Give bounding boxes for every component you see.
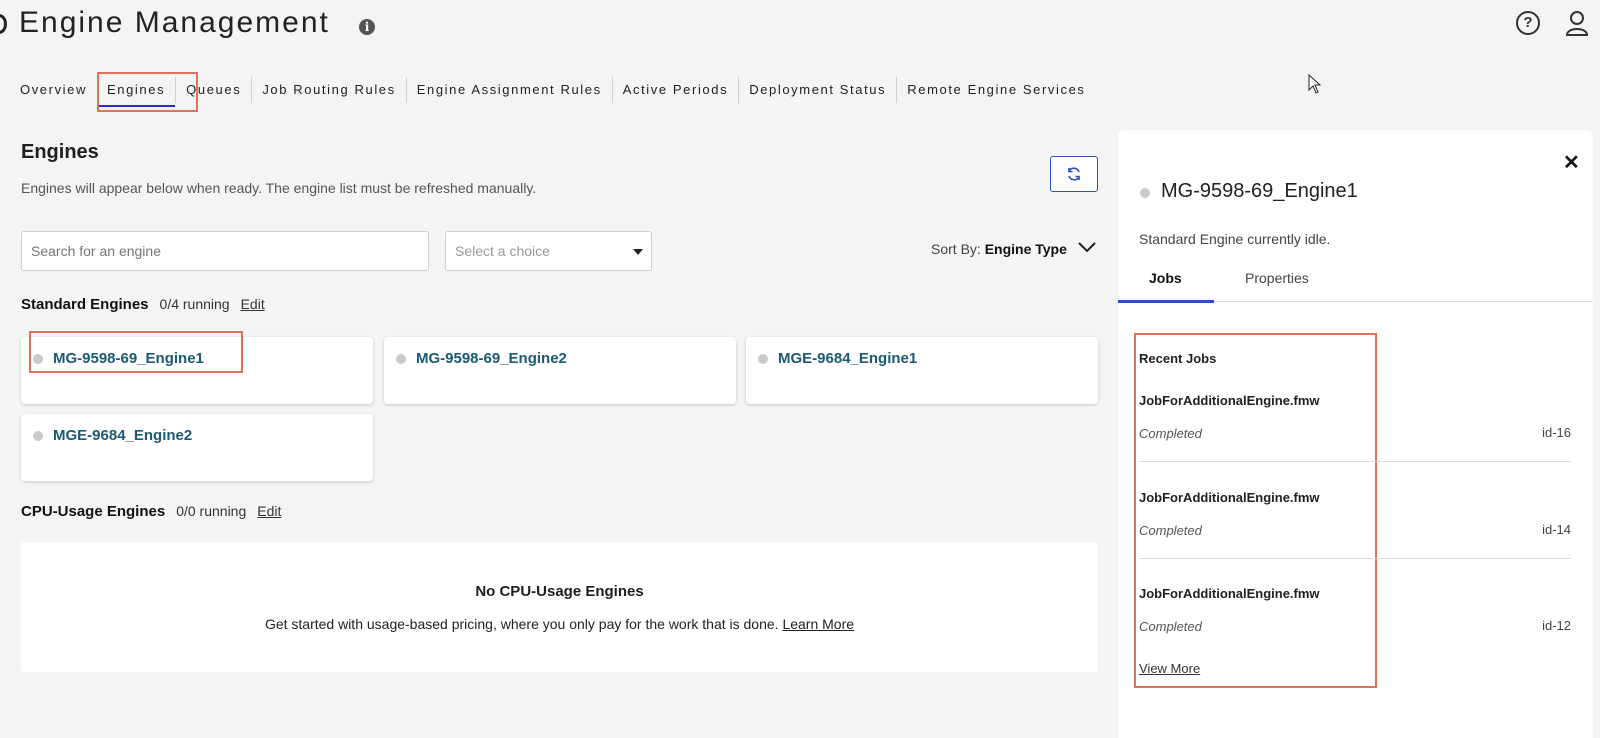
- engine-name-link[interactable]: MGE-9684_Engine1: [778, 350, 917, 367]
- sort-by-control[interactable]: Sort By: Engine Type: [931, 241, 1067, 257]
- section-subtitle: Engines will appear below when ready. Th…: [21, 180, 537, 196]
- sort-value: Engine Type: [984, 241, 1067, 257]
- recent-jobs-title: Recent Jobs: [1139, 351, 1217, 366]
- cropped-circle-icon: [0, 14, 7, 34]
- refresh-button[interactable]: [1050, 156, 1098, 192]
- close-icon[interactable]: ✕: [1563, 150, 1580, 175]
- divider: [1139, 461, 1571, 462]
- section-title: Engines: [21, 141, 99, 163]
- panel-tabs: Jobs Properties: [1118, 262, 1593, 303]
- tab-active-periods[interactable]: Active Periods: [613, 78, 739, 102]
- job-name: JobForAdditionalEngine.fmw: [1139, 490, 1320, 505]
- active-tab-indicator: [1118, 300, 1214, 303]
- tab-jobs[interactable]: Jobs: [1149, 270, 1182, 286]
- engine-name-link[interactable]: MGE-9684_Engine2: [53, 427, 192, 444]
- empty-state-text: Get started with usage-based pricing, wh…: [21, 616, 1098, 632]
- tab-remote-engine-services[interactable]: Remote Engine Services: [897, 78, 1095, 102]
- status-dot-icon: [396, 354, 406, 364]
- job-name: JobForAdditionalEngine.fmw: [1139, 393, 1320, 408]
- caret-down-icon: [633, 249, 643, 255]
- tab-job-routing-rules[interactable]: Job Routing Rules: [252, 78, 405, 102]
- view-more-link[interactable]: View More: [1139, 661, 1200, 676]
- edit-link[interactable]: Edit: [257, 503, 281, 519]
- job-name: JobForAdditionalEngine.fmw: [1139, 586, 1320, 601]
- list-item[interactable]: JobForAdditionalEngine.fmw Completed id-…: [1139, 586, 1571, 682]
- engine-detail-panel: ✕ MG-9598-69_Engine1 Standard Engine cur…: [1118, 130, 1593, 738]
- empty-state-title: No CPU-Usage Engines: [475, 583, 644, 600]
- engine-card[interactable]: MG-9598-69_Engine2: [384, 337, 736, 404]
- empty-state-description: Get started with usage-based pricing, wh…: [264, 616, 779, 632]
- page-title: Engine Management: [19, 6, 330, 39]
- job-status: Completed: [1139, 523, 1202, 538]
- tab-overview[interactable]: Overview: [20, 78, 97, 102]
- highlight-box-engine1-card: [29, 331, 243, 373]
- status-dot-icon: [1140, 188, 1150, 198]
- choice-select[interactable]: Select a choice: [445, 231, 652, 271]
- cpu-engines-header: CPU-Usage Engines 0/0 running Edit: [21, 503, 281, 520]
- help-icon[interactable]: ?: [1516, 11, 1540, 35]
- panel-engine-name: MG-9598-69_Engine1: [1161, 180, 1358, 202]
- standard-engines-header: Standard Engines 0/4 running Edit: [21, 296, 265, 313]
- job-status: Completed: [1139, 619, 1202, 634]
- status-dot-icon: [33, 431, 43, 441]
- user-icon[interactable]: [1565, 10, 1589, 36]
- mouse-cursor-icon: [1308, 74, 1322, 94]
- panel-status-text: Standard Engine currently idle.: [1139, 231, 1331, 247]
- group-running-count: 0/0 running: [176, 503, 247, 519]
- empty-state-box: No CPU-Usage Engines Get started with us…: [21, 542, 1098, 672]
- group-name: CPU-Usage Engines: [21, 503, 166, 520]
- engine-card[interactable]: MGE-9684_Engine2: [21, 414, 373, 481]
- tab-deployment-status[interactable]: Deployment Status: [739, 78, 896, 102]
- tab-properties[interactable]: Properties: [1245, 270, 1309, 286]
- job-id: id-12: [1542, 618, 1571, 633]
- group-name: Standard Engines: [21, 296, 149, 313]
- sort-label: Sort By:: [931, 241, 981, 257]
- highlight-box-engines-tab: [97, 72, 198, 112]
- select-placeholder: Select a choice: [455, 243, 550, 259]
- job-status: Completed: [1139, 426, 1202, 441]
- tab-engine-assignment-rules[interactable]: Engine Assignment Rules: [407, 78, 612, 102]
- divider: [1139, 558, 1571, 559]
- list-item[interactable]: JobForAdditionalEngine.fmw Completed id-…: [1139, 490, 1571, 586]
- list-item[interactable]: JobForAdditionalEngine.fmw Completed id-…: [1139, 393, 1571, 489]
- chevron-down-icon[interactable]: [1078, 241, 1096, 253]
- refresh-icon: [1068, 167, 1080, 181]
- group-running-count: 0/4 running: [159, 296, 230, 312]
- edit-link[interactable]: Edit: [241, 296, 265, 312]
- job-id: id-14: [1542, 522, 1571, 537]
- job-id: id-16: [1542, 425, 1571, 440]
- learn-more-link[interactable]: Learn More: [782, 616, 854, 632]
- info-icon[interactable]: i: [359, 19, 375, 35]
- engine-name-link[interactable]: MG-9598-69_Engine2: [416, 350, 567, 367]
- engine-card[interactable]: MGE-9684_Engine1: [746, 337, 1098, 404]
- status-dot-icon: [758, 354, 768, 364]
- search-input[interactable]: [21, 231, 429, 271]
